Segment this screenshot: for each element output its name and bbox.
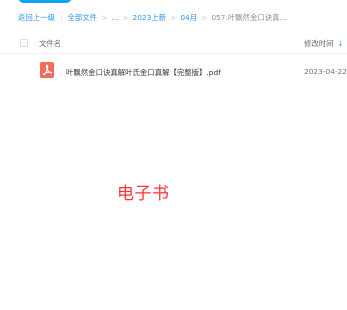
breadcrumb-item-ellipsis[interactable]: ...	[111, 13, 118, 22]
table-row[interactable]: 叶飘然金口诀真解叶氏金口真解【完整版】.pdf 2023-04-22	[0, 59, 347, 85]
breadcrumb-divider: |	[59, 12, 63, 22]
file-browser-page: 返回上一级 | 全部文件 > ... > 2023上新 > 04月 > 057.…	[0, 0, 347, 310]
breadcrumb-item-april[interactable]: 04月	[180, 12, 197, 23]
pdf-file-icon	[40, 62, 54, 78]
breadcrumb-item-all-files[interactable]: 全部文件	[67, 12, 97, 23]
file-list-header: 文件名 修改时间 ↓	[0, 32, 347, 54]
breadcrumb-separator: >	[101, 12, 108, 22]
breadcrumb-separator: >	[170, 12, 177, 22]
breadcrumb-separator: >	[122, 12, 129, 22]
select-all-checkbox[interactable]	[20, 39, 28, 47]
pdf-acrobat-icon	[42, 64, 53, 76]
overlay-label: 电子书	[117, 184, 170, 204]
column-header-name[interactable]: 文件名	[39, 38, 61, 49]
column-header-modified[interactable]: 修改时间 ↓	[304, 38, 343, 49]
file-name[interactable]: 叶飘然金口诀真解叶氏金口真解【完整版】.pdf	[66, 67, 221, 78]
file-modified-time: 2023-04-22	[304, 67, 347, 76]
column-header-modified-label: 修改时间	[304, 39, 334, 48]
breadcrumb-separator: >	[201, 12, 208, 22]
breadcrumb-item-2023[interactable]: 2023上新	[133, 12, 167, 23]
breadcrumb-current: 057.叶飘然金口诀真...	[211, 12, 287, 22]
back-link[interactable]: 返回上一级	[18, 12, 55, 23]
sort-down-icon[interactable]: ↓	[338, 41, 344, 48]
toolbar-button[interactable]	[18, 0, 72, 3]
breadcrumb: 返回上一级 | 全部文件 > ... > 2023上新 > 04月 > 057.…	[18, 11, 287, 23]
